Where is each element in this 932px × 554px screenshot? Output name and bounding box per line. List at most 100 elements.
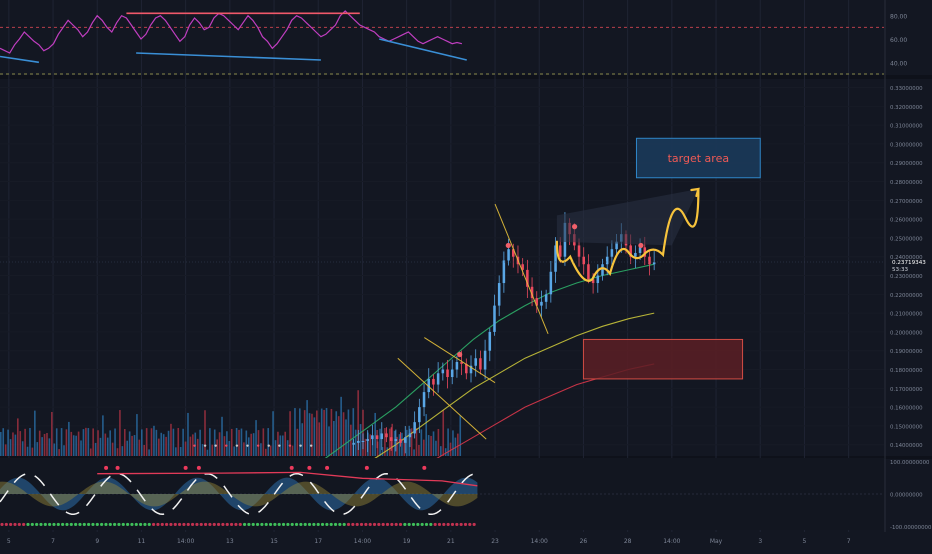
candle-body [474,358,477,366]
trend-dot [394,522,398,527]
candle-body [380,433,384,440]
volume-bar [318,422,321,456]
volume-bar [335,411,338,456]
volume-bar [58,449,60,456]
price-tick-label: 0.14000000 [890,443,923,449]
trend-dot [216,522,221,527]
volume-bar [14,434,17,456]
momentum-peak-dot [325,465,330,470]
trend-dot [48,522,52,527]
volume-bar [68,421,70,456]
volume-bar [85,427,87,456]
volume-bar [119,410,121,456]
volume-bar [337,416,340,456]
volume-bar [160,432,163,456]
momentum-peak-dot [289,465,294,470]
oscillator-tick-label: 40.00 [890,60,907,67]
volume-bar [449,442,452,456]
price-tick-label: 0.32000000 [890,105,923,111]
volume-bar [301,423,304,456]
volume-bar [425,414,428,456]
candle-body [488,331,492,351]
baseline-mark [214,444,217,447]
bottom-oscillator-panel[interactable]: 100.00000000 0.00000000 -100.00000000 [0,458,932,531]
volume-bar [43,433,46,456]
volume-bar [111,442,114,456]
trend-dot [186,522,190,527]
volume-bar [313,417,316,456]
trend-dot [316,522,320,527]
volume-bar [379,428,381,456]
support-zone[interactable] [582,338,744,380]
volume-bar [401,432,403,456]
volume-bar [126,440,129,456]
candle-body [652,262,656,265]
time-axis-label: 7 [847,538,851,545]
volume-bar [432,431,435,456]
time-axis-label: 19 [403,538,411,545]
time-axis[interactable]: 5 7 9 11 14:00 13 15 17 14:00 19 21 23 14:00 26 28 14:0… [0,532,932,550]
trend-dot [152,522,156,527]
trend-dot [4,522,8,527]
volume-bar [413,449,415,456]
volume-bar [289,411,291,456]
volume-bar [177,428,180,456]
trend-dot [173,522,177,527]
trend-dot [273,522,277,527]
volume-bar [196,438,199,456]
candle-body [394,439,398,441]
baseline-mark [256,444,260,447]
price-tick-label: 0.16000000 [890,406,923,412]
trend-dot [134,522,138,527]
candle-body [540,301,543,306]
trend-dot [333,522,338,527]
volume-bar [97,430,99,456]
volume-bar [26,446,29,456]
trend-dot [255,522,260,527]
trend-dot [208,522,212,527]
volume-bar [354,429,357,456]
candle-body [413,422,416,434]
trend-dot [390,522,394,527]
price-tick-label: 0.28000000 [890,180,923,186]
volume-bar [201,444,204,456]
trend-dot [143,522,147,527]
volume-bar [238,429,240,456]
trend-dot [455,522,459,527]
volume-bar [427,435,430,456]
price-tick-label: 0.25000000 [890,236,923,242]
candle-body [385,433,388,438]
trend-dot [238,522,242,527]
trend-dot [56,522,60,527]
volume-bar [420,429,423,456]
trend-dot [78,522,82,527]
volume-bar [209,428,211,456]
baseline-mark [203,444,207,447]
trend-dot [385,522,390,527]
volume-bar [123,429,126,456]
volume-bar [374,412,376,456]
volume-bar [21,441,24,456]
baseline-mark [299,444,302,447]
trend-dot [69,522,73,527]
volume-bar [457,433,459,456]
trading-chart[interactable]: 80.00 60.00 40.00 0.33000000 0.32000000 0.310… [0,0,932,550]
trend-dot [160,522,164,527]
trend-dot [82,522,86,527]
price-tick-label: 0.21000000 [890,312,923,318]
candle-body [497,283,501,306]
volume-bar [226,431,228,456]
time-axis-label: 7 [51,538,55,545]
volume-bar [223,436,226,456]
candle-countdown: 53:33 [892,267,909,273]
volume-bar [286,440,289,456]
volume-bar [311,413,313,456]
volume-bar [252,433,255,456]
volume-bar [194,432,197,456]
time-axis-label: 11 [138,538,146,545]
trend-dot [251,522,255,527]
price-tick-label: 0.31000000 [890,124,923,130]
trend-dot [277,522,281,527]
volume-bar [206,449,209,456]
chart-canvas[interactable]: 80.00 60.00 40.00 0.33000000 0.32000000 0.310… [0,0,932,550]
